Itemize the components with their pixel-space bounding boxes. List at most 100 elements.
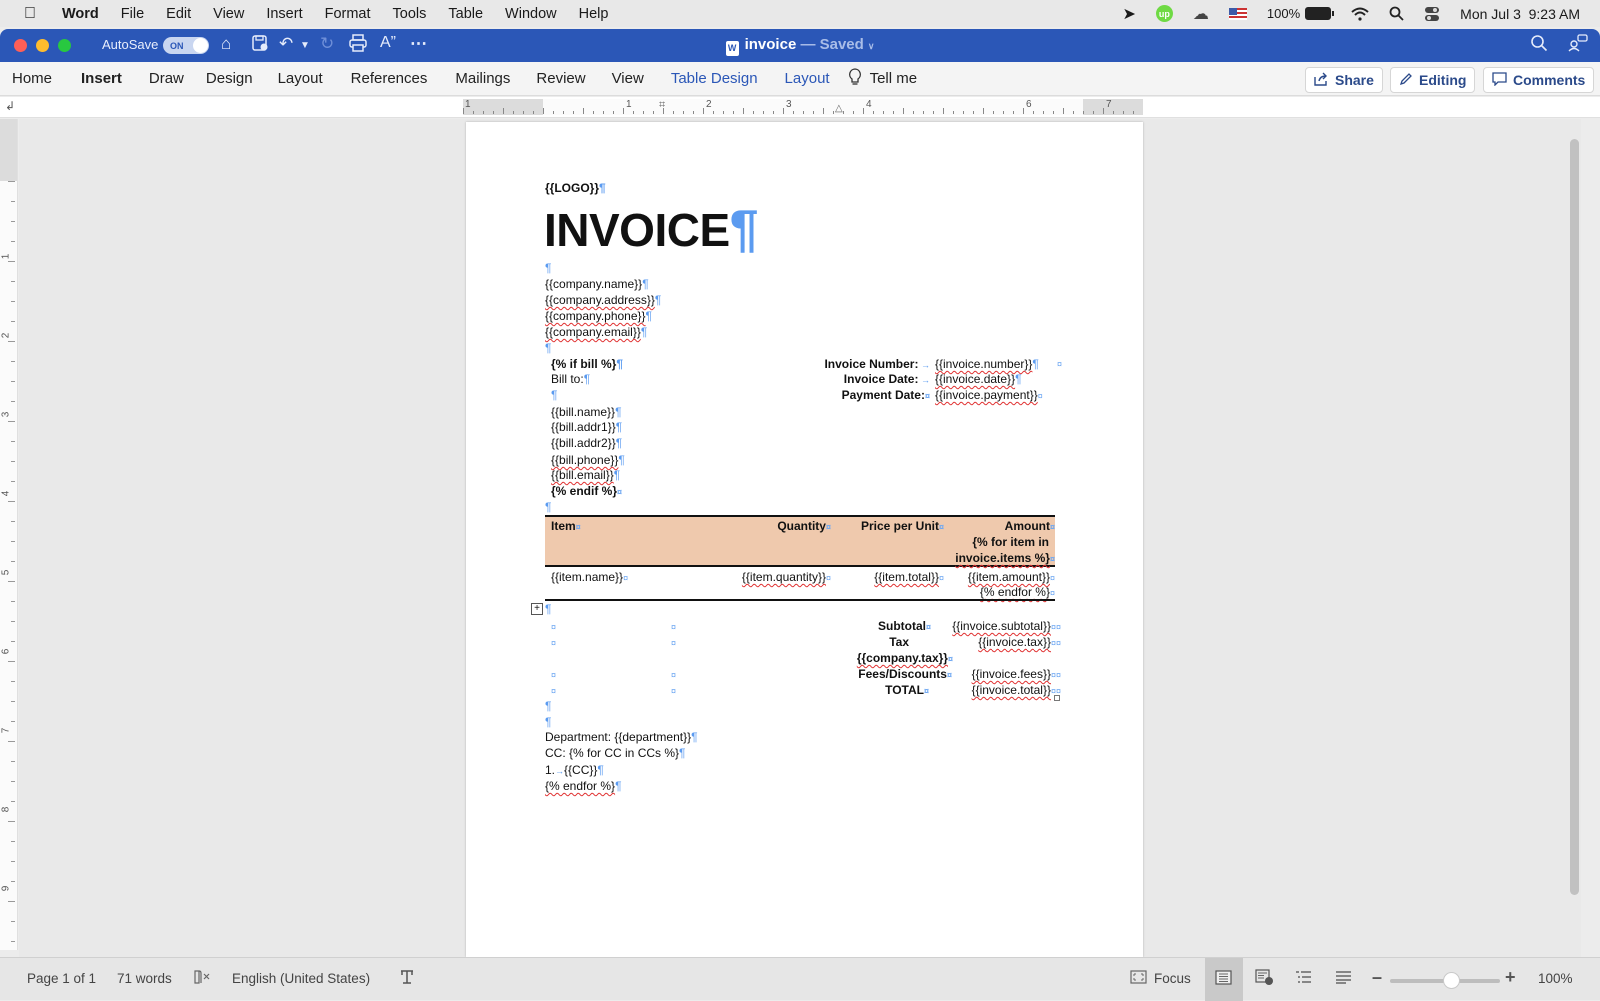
zoom-in-button[interactable]: + <box>1505 967 1516 988</box>
subtotal-value[interactable]: {{invoice.subtotal}}¤¤ <box>952 619 1061 635</box>
title-chevron-down-icon[interactable]: ∨ <box>868 41 875 51</box>
tab-design[interactable]: Design <box>195 70 264 87</box>
bill-email-line[interactable]: {{bill.email}}¶ <box>551 468 620 483</box>
menu-app-word[interactable]: Word <box>62 6 99 22</box>
document-body[interactable]: {{LOGO}}¶ INVOICE¶ ¶ {{company.name}}¶ {… <box>466 122 1143 957</box>
arrow-app-icon[interactable]: ➤ <box>1123 4 1136 24</box>
row-item-amount[interactable]: {{item.amount}}¤ <box>968 570 1055 586</box>
tab-layout[interactable]: Layout <box>264 70 337 87</box>
spotlight-search-icon[interactable] <box>1389 6 1404 21</box>
menu-tools[interactable]: Tools <box>393 6 427 22</box>
menu-file[interactable]: File <box>121 6 144 22</box>
menu-format[interactable]: Format <box>325 6 371 22</box>
menu-window[interactable]: Window <box>505 6 557 22</box>
bill-phone-line[interactable]: {{bill.phone}}¶ <box>551 453 625 468</box>
language[interactable]: English (United States) <box>232 971 370 986</box>
header-amount[interactable]: Amount¤ <box>1005 519 1055 535</box>
total-value[interactable]: {{invoice.total}}¤¤ <box>972 683 1061 699</box>
page-count[interactable]: Page 1 of 1 <box>27 971 96 986</box>
logo-placeholder[interactable]: {{LOGO}}¶ <box>545 181 606 196</box>
web-layout-icon[interactable] <box>1255 969 1274 989</box>
us-flag-icon[interactable] <box>1228 7 1247 20</box>
payment-date-value[interactable]: {{invoice.payment}}¤ <box>935 388 1043 404</box>
vertical-scrollbar[interactable] <box>1570 139 1579 895</box>
print-layout-icon[interactable] <box>1215 970 1232 988</box>
tab-selector-icon[interactable]: ↲ <box>5 99 15 113</box>
document-page[interactable]: {{LOGO}}¶ INVOICE¶ ¶ {{company.name}}¶ {… <box>466 122 1143 957</box>
tab-home[interactable]: Home <box>0 70 65 87</box>
focus-icon[interactable] <box>1130 970 1147 987</box>
comments-button[interactable]: Comments <box>1483 67 1595 93</box>
cloud-icon[interactable]: ☁ <box>1193 4 1209 24</box>
focus-mode-button[interactable]: Focus <box>1154 971 1191 986</box>
menu-insert[interactable]: Insert <box>266 6 302 22</box>
company-tax-label[interactable]: {{company.tax}}¤ <box>857 651 953 667</box>
bill-addr1-line[interactable]: {{bill.addr1}}¶ <box>551 420 622 435</box>
bill-to-label[interactable]: Bill to:¶ <box>551 372 590 387</box>
tab-view[interactable]: View <box>598 70 658 87</box>
invoice-number-value[interactable]: {{invoice.number}}¶ <box>935 357 1039 372</box>
bill-endif-tag[interactable]: {% endif %}¤ <box>551 484 622 500</box>
row-item-total[interactable]: {{item.total}}¤ <box>874 570 944 586</box>
menu-view[interactable]: View <box>213 6 244 22</box>
cc-endfor-line[interactable]: {% endfor %}¶ <box>545 779 622 794</box>
zoom-slider-handle[interactable] <box>1442 972 1460 989</box>
company-address-line[interactable]: {{company.address}}¶ <box>545 293 661 308</box>
tab-table-design[interactable]: Table Design <box>658 70 771 87</box>
table-move-handle-icon[interactable]: + <box>531 603 543 615</box>
battery-icon[interactable] <box>1305 7 1335 20</box>
wifi-icon[interactable] <box>1351 7 1369 21</box>
company-phone-line[interactable]: {{company.phone}}¶ <box>545 309 652 324</box>
control-center-icon[interactable] <box>1424 6 1440 22</box>
clock[interactable]: Mon Jul 3 9:23 AM <box>1460 6 1580 22</box>
share-people-icon[interactable] <box>1568 34 1588 57</box>
department-line[interactable]: Department: {{department}}¶ <box>545 730 698 745</box>
row-item-name[interactable]: {{item.name}}¤ <box>551 570 628 586</box>
header-price-per-unit[interactable]: Price per Unit¤ <box>861 519 944 535</box>
table-resize-handle[interactable] <box>1054 695 1060 701</box>
tab-stop-marker-icon[interactable]: △ <box>835 103 843 114</box>
vertical-ruler[interactable]: 1 2 3 4 5 6 7 8 9 <box>0 119 18 950</box>
horizontal-ruler[interactable]: 1 1 2 3 4 6 7 ⌗ △ <box>463 99 1143 115</box>
company-email-line[interactable]: {{company.email}}¶ <box>545 325 647 340</box>
draft-view-icon[interactable] <box>1335 970 1352 987</box>
menu-table[interactable]: Table <box>448 6 483 22</box>
invoice-date-value[interactable]: {{invoice.date}}¶ <box>935 372 1022 387</box>
fees-value[interactable]: {{invoice.fees}}¤¤ <box>972 667 1061 683</box>
share-button[interactable]: Share <box>1305 67 1383 93</box>
tab-insert[interactable]: Insert <box>65 70 138 87</box>
invoice-title[interactable]: INVOICE¶ <box>544 203 759 255</box>
tab-table-layout[interactable]: Layout <box>771 70 844 87</box>
tab-draw[interactable]: Draw <box>138 70 195 87</box>
bill-name-line[interactable]: {{bill.name}}¶ <box>551 405 622 420</box>
for-loop-start-line2[interactable]: invoice.items %}¤ <box>955 551 1055 567</box>
editing-mode-button[interactable]: Editing <box>1390 67 1476 93</box>
cc-loop-line[interactable]: CC: {% for CC in CCs %}¶ <box>545 746 686 761</box>
bill-addr2-line[interactable]: {{bill.addr2}}¶ <box>551 436 622 451</box>
row-item-quantity[interactable]: {{item.quantity}}¤ <box>742 570 831 586</box>
upwork-icon[interactable]: up <box>1155 5 1173 22</box>
zoom-level[interactable]: 100% <box>1538 971 1573 986</box>
menu-help[interactable]: Help <box>579 6 609 22</box>
bill-if-tag[interactable]: {% if bill %}¶ <box>551 357 623 372</box>
word-count[interactable]: 71 words <box>117 971 172 986</box>
apple-menu-icon[interactable]:  <box>24 5 44 23</box>
outline-view-icon[interactable] <box>1295 970 1312 987</box>
tab-review[interactable]: Review <box>524 70 597 87</box>
document-canvas[interactable]: {{LOGO}}¶ INVOICE¶ ¶ {{company.name}}¶ {… <box>19 119 1581 957</box>
zoom-out-button[interactable]: – <box>1372 967 1382 988</box>
header-quantity[interactable]: Quantity¤ <box>777 519 831 535</box>
tell-me-search[interactable]: Tell me <box>844 67 922 90</box>
header-item[interactable]: Item¤ <box>551 519 581 535</box>
cc-list-item[interactable]: 1.→{{CC}}¶ <box>545 763 604 779</box>
search-icon[interactable] <box>1530 34 1548 57</box>
menu-edit[interactable]: Edit <box>166 6 191 22</box>
company-name-line[interactable]: {{company.name}}¶ <box>545 277 649 292</box>
for-loop-start-line1[interactable]: {% for item in <box>972 535 1049 550</box>
tax-value[interactable]: {{invoice.tax}}¤¤ <box>978 635 1061 651</box>
tab-mailings[interactable]: Mailings <box>441 70 524 87</box>
accessibility-icon[interactable] <box>399 969 415 988</box>
document-title[interactable]: Winvoice — Saved ∨ <box>0 36 1600 56</box>
tab-references[interactable]: References <box>337 70 442 87</box>
proofing-icon[interactable] <box>193 969 211 988</box>
